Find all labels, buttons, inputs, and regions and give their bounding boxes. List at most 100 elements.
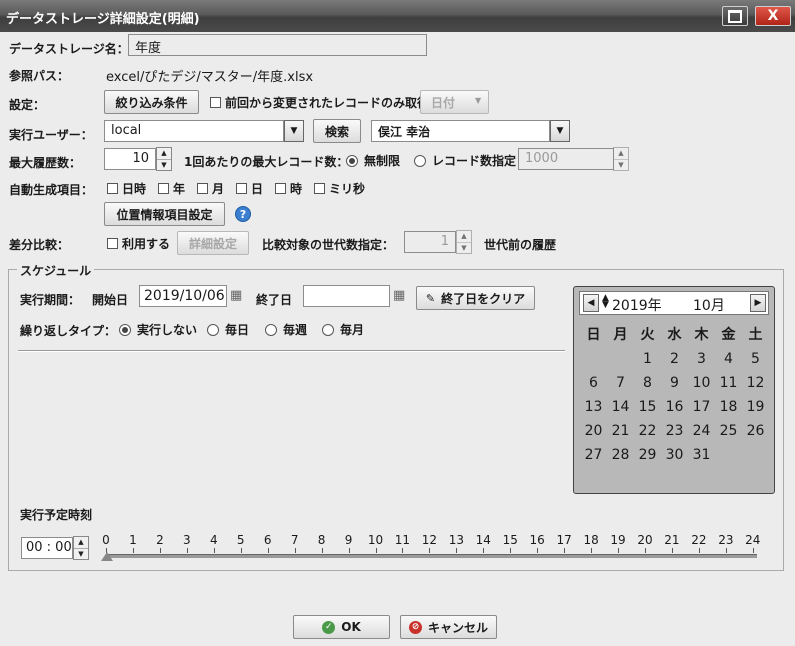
exec-user-field[interactable]: local xyxy=(104,120,284,142)
exec-user-dropdown[interactable]: ▼ xyxy=(284,120,304,142)
max-history-field[interactable]: 10 xyxy=(104,148,156,170)
calendar-day[interactable]: 2 xyxy=(661,347,688,371)
clear-end-date-button[interactable]: ✎ 終了日をクリア xyxy=(416,286,535,310)
repeat-daily-radio[interactable]: 毎日 xyxy=(207,321,249,338)
calendar-day[interactable]: 12 xyxy=(742,371,769,395)
repeat-weekly-radio[interactable]: 毎週 xyxy=(265,321,307,338)
hour-tick xyxy=(402,548,404,553)
storage-name-field[interactable]: 年度 xyxy=(128,34,427,56)
calendar-day[interactable]: 3 xyxy=(688,347,715,371)
calendar-day[interactable]: 21 xyxy=(607,419,634,443)
title-bar[interactable]: データストレージ詳細設定(明細) X xyxy=(0,0,795,32)
calendar-day[interactable]: 14 xyxy=(607,395,634,419)
next-month-button[interactable]: ▶ xyxy=(750,294,766,312)
specify-count-radio[interactable]: レコード数指定 xyxy=(414,152,516,169)
hour-tick xyxy=(645,548,646,553)
spin-down-icon[interactable]: ▼ xyxy=(74,549,88,560)
spin-down-icon[interactable]: ▼ xyxy=(614,160,628,171)
end-date-field[interactable] xyxy=(303,285,390,307)
calendar-day[interactable]: 18 xyxy=(715,395,742,419)
repeat-none-radio[interactable]: 実行しない xyxy=(119,321,197,338)
generations-spinner[interactable]: ▲ ▼ xyxy=(456,230,472,254)
calendar-day[interactable]: 17 xyxy=(688,395,715,419)
year-spinner-icon[interactable]: ▲ ▼ xyxy=(602,294,609,310)
auto-item-day-checkbox[interactable]: 日 xyxy=(236,180,263,197)
calendar-day[interactable]: 23 xyxy=(661,419,688,443)
record-count-field[interactable]: 1000 xyxy=(518,148,614,170)
location-settings-button[interactable]: 位置情報項目設定 xyxy=(104,202,225,226)
cancel-icon: ⊘ xyxy=(408,620,422,634)
calendar-day[interactable]: 10 xyxy=(688,371,715,395)
calendar-day[interactable]: 31 xyxy=(688,443,715,467)
calendar-day[interactable]: 9 xyxy=(661,371,688,395)
date-select[interactable]: 日付 ▼ xyxy=(420,90,489,114)
hour-tick xyxy=(132,548,134,553)
calendar-day[interactable]: 19 xyxy=(742,395,769,419)
auto-item-hour-checkbox[interactable]: 時 xyxy=(275,180,302,197)
calendar-day[interactable]: 8 xyxy=(634,371,661,395)
schedule-legend: スケジュール xyxy=(17,262,95,279)
diff-use-checkbox[interactable]: 利用する xyxy=(107,235,170,252)
calendar-day[interactable]: 22 xyxy=(634,419,661,443)
window-title: データストレージ詳細設定(明細) xyxy=(6,12,200,27)
spin-down-icon[interactable]: ▼ xyxy=(157,160,171,171)
calendar-day[interactable]: 29 xyxy=(634,443,661,467)
auto-item-millisecond-checkbox[interactable]: ミリ秒 xyxy=(314,180,365,197)
user-name-dropdown[interactable]: ▼ xyxy=(550,120,570,142)
spin-up-icon[interactable]: ▲ xyxy=(74,537,88,549)
unlimited-radio[interactable]: 無制限 xyxy=(346,152,400,169)
hour-label: 16 xyxy=(529,533,545,547)
cancel-button[interactable]: ⊘ キャンセル xyxy=(400,615,497,639)
calendar-year[interactable]: 2019年 xyxy=(612,295,662,315)
calendar-day[interactable]: 24 xyxy=(688,419,715,443)
repeat-monthly-radio[interactable]: 毎月 xyxy=(322,321,364,338)
radio-dot xyxy=(119,323,131,336)
hour-label: 13 xyxy=(448,533,464,547)
calendar-day[interactable]: 27 xyxy=(580,443,607,467)
auto-item-month-checkbox[interactable]: 月 xyxy=(197,180,224,197)
record-count-spinner[interactable]: ▲ ▼ xyxy=(613,147,629,171)
calendar-day[interactable]: 6 xyxy=(580,371,607,395)
max-history-spinner[interactable]: ▲ ▼ xyxy=(156,147,172,171)
hour-tick xyxy=(752,548,754,553)
search-button[interactable]: 検索 xyxy=(313,119,361,143)
calendar-day[interactable]: 5 xyxy=(742,347,769,371)
generations-field[interactable]: 1 xyxy=(404,231,456,253)
calendar-day[interactable]: 11 xyxy=(715,371,742,395)
calendar-icon[interactable]: ▦ xyxy=(393,288,405,303)
spin-up-icon[interactable]: ▲ xyxy=(614,148,628,160)
calendar-day[interactable]: 30 xyxy=(661,443,688,467)
calendar-icon[interactable]: ▦ xyxy=(230,288,242,303)
calendar-day[interactable]: 7 xyxy=(607,371,634,395)
maximize-button[interactable] xyxy=(722,6,748,26)
spin-down-icon[interactable]: ▼ xyxy=(457,243,471,254)
calendar-day[interactable]: 28 xyxy=(607,443,634,467)
ok-button[interactable]: ✓ OK xyxy=(293,615,390,639)
calendar-day[interactable]: 26 xyxy=(742,419,769,443)
auto-item-datetime-checkbox[interactable]: 日時 xyxy=(107,180,146,197)
scheduled-time-field[interactable]: 00 : 00 xyxy=(21,537,73,559)
spin-up-icon[interactable]: ▲ xyxy=(157,148,171,160)
time-slider-thumb[interactable] xyxy=(101,552,113,561)
calendar-day[interactable]: 13 xyxy=(580,395,607,419)
user-name-field[interactable]: 俣江 幸治 xyxy=(371,120,550,142)
calendar-day[interactable]: 20 xyxy=(580,419,607,443)
cancel-label: キャンセル xyxy=(427,620,488,635)
scheduled-time-spinner[interactable]: ▲ ▼ xyxy=(73,536,89,560)
changed-only-checkbox[interactable]: 前回から変更されたレコードのみ取得 xyxy=(210,94,429,111)
diff-detail-button[interactable]: 詳細設定 xyxy=(177,231,249,255)
auto-item-year-checkbox[interactable]: 年 xyxy=(158,180,185,197)
calendar-day[interactable]: 1 xyxy=(634,347,661,371)
prev-month-button[interactable]: ◀ xyxy=(583,294,599,312)
filter-conditions-button[interactable]: 絞り込み条件 xyxy=(104,90,199,114)
calendar-day[interactable]: 4 xyxy=(715,347,742,371)
calendar-day[interactable]: 16 xyxy=(661,395,688,419)
calendar-day[interactable]: 15 xyxy=(634,395,661,419)
help-icon[interactable]: ? xyxy=(235,206,251,222)
calendar-month[interactable]: 10月 xyxy=(693,295,725,315)
spin-up-icon[interactable]: ▲ xyxy=(457,231,471,243)
time-slider-track[interactable] xyxy=(106,554,757,558)
start-date-field[interactable]: 2019/10/06 xyxy=(139,285,227,307)
calendar-day[interactable]: 25 xyxy=(715,419,742,443)
close-button[interactable]: X xyxy=(755,6,791,26)
